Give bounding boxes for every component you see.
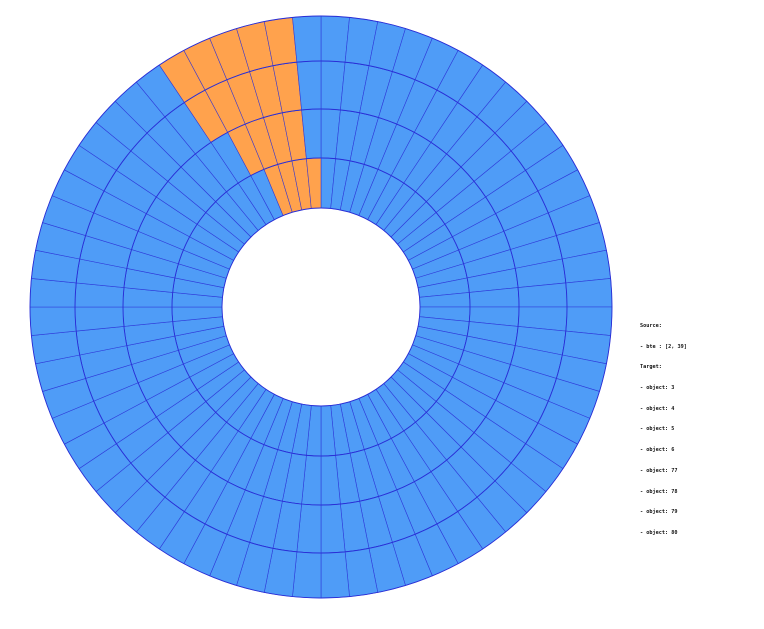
ring-cell xyxy=(320,15,350,63)
legend-target-heading: Target: xyxy=(640,364,662,371)
legend-target-item: - object: 78 xyxy=(640,488,678,495)
ring-cell xyxy=(292,15,322,63)
ring-cell xyxy=(29,278,77,308)
legend-source-item: - bte : [2, 39] xyxy=(640,343,687,350)
ring-cell xyxy=(29,306,77,336)
legend-target-item: - object: 5 xyxy=(640,426,675,433)
ring-cell xyxy=(565,306,613,336)
legend-target-item: - object: 6 xyxy=(640,447,675,454)
ring-cell xyxy=(565,278,613,308)
legend-panel: Source: - bte : [2, 39] Target: - object… xyxy=(640,309,687,544)
ring-cell xyxy=(292,551,322,599)
legend-target-item: - object: 4 xyxy=(640,405,675,412)
legend-target-item: - object: 77 xyxy=(640,467,678,474)
legend-target-item: - object: 80 xyxy=(640,530,678,536)
legend-target-item: - object: 3 xyxy=(640,384,675,391)
legend-source-heading: Source: xyxy=(640,322,662,329)
inner-boundary xyxy=(221,207,421,407)
ring-cell xyxy=(320,551,350,599)
legend-target-item: - object: 79 xyxy=(640,509,678,516)
ring-cells xyxy=(29,15,613,599)
